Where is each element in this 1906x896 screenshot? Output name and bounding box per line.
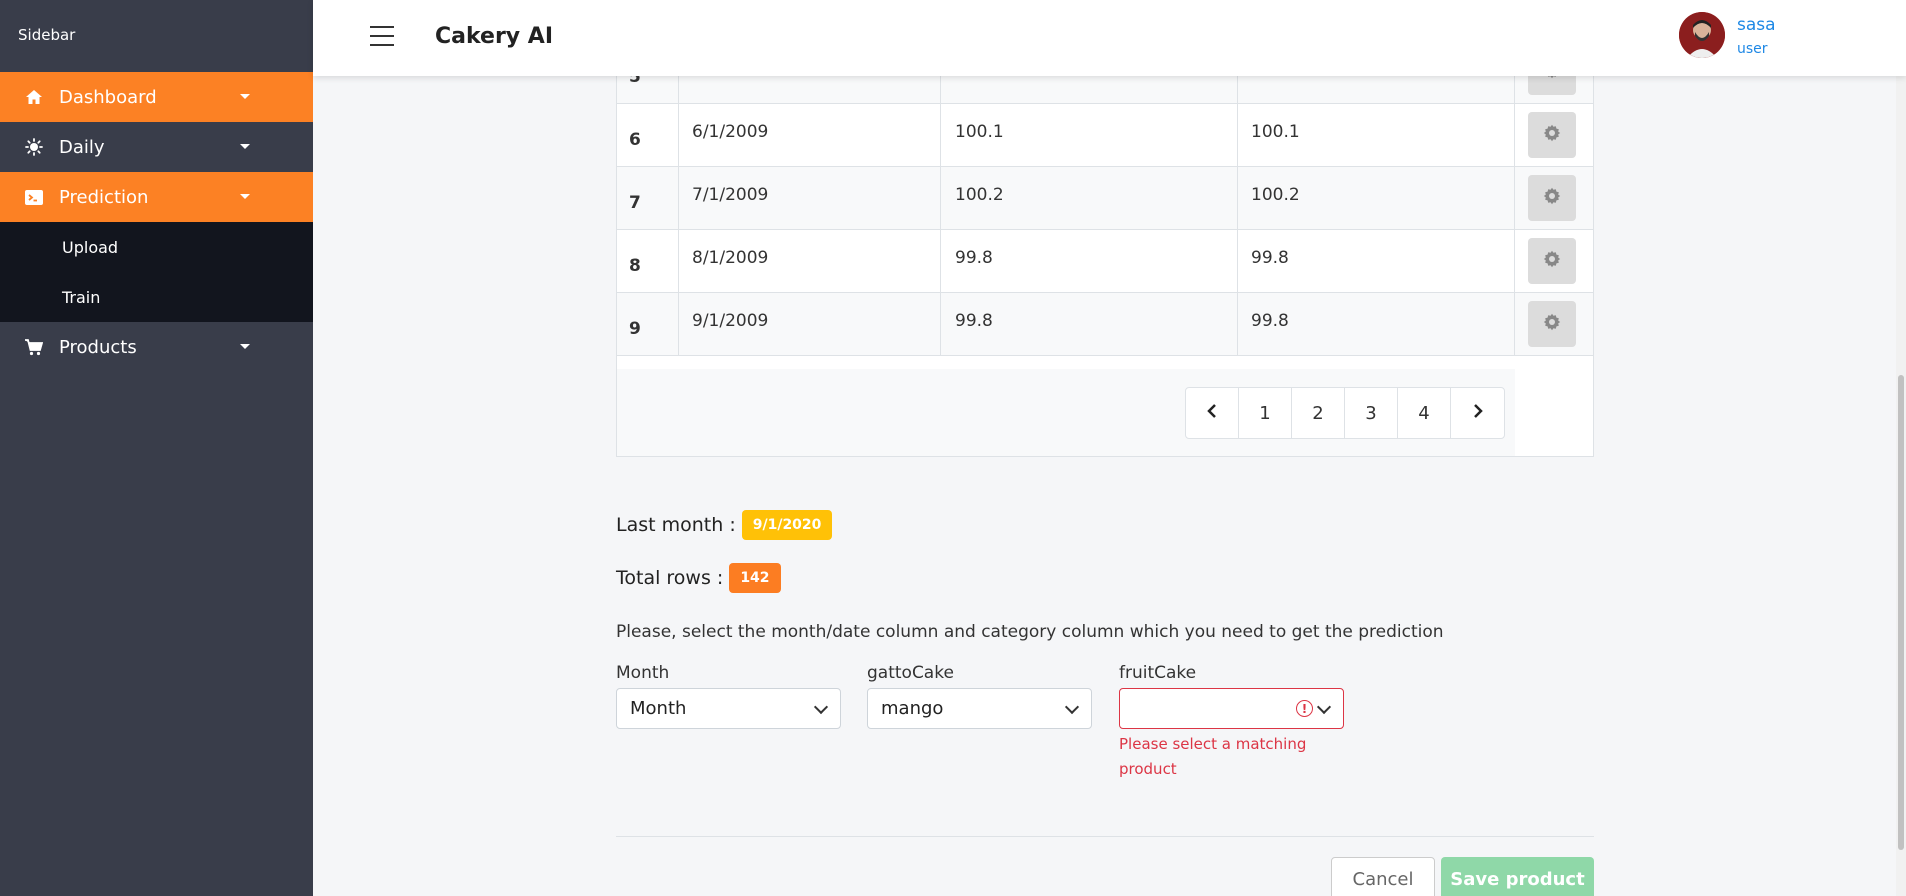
row-date: 7/1/2009 (679, 167, 941, 229)
chevron-down-icon (1316, 699, 1332, 715)
row-actions (1515, 104, 1593, 166)
data-table: 5 5/1/2009 99.7 99.7 6 6/1/2009 100.1 10… (616, 40, 1594, 457)
gear-icon (1543, 187, 1561, 210)
sidebar-item-daily[interactable]: Daily (0, 122, 313, 172)
sidebar-item-label: Products (59, 336, 137, 358)
page-scrollbar[interactable] (1896, 0, 1906, 896)
sidebar-title: Sidebar (18, 26, 76, 44)
row-actions (1515, 167, 1593, 229)
scrollbar-thumb[interactable] (1898, 375, 1904, 850)
page-button[interactable]: 1 (1239, 388, 1292, 438)
chevron-right-icon (1473, 403, 1483, 424)
fruitcake-label: fruitCake (1119, 663, 1197, 683)
terminal-icon (24, 187, 44, 207)
caret-down-icon (240, 194, 250, 199)
fruitcake-error-message: Please select a matching product (1119, 735, 1307, 778)
month-label: Month (616, 663, 670, 683)
user-name[interactable]: sasa (1737, 15, 1776, 35)
total-rows-label: Total rows : (616, 567, 724, 589)
menu-toggle-icon[interactable] (370, 26, 394, 46)
caret-down-icon (240, 144, 250, 149)
page-button[interactable]: 4 (1398, 388, 1451, 438)
fruitcake-select[interactable]: ! (1119, 688, 1344, 729)
settings-button[interactable] (1528, 175, 1576, 221)
sidebar: Sidebar Dashboard Daily Prediction Uploa… (0, 0, 313, 896)
sidebar-item-label: Prediction (59, 186, 149, 208)
user-role: user (1737, 41, 1768, 57)
row-value: 99.8 (1238, 293, 1515, 355)
total-rows-badge: 142 (729, 563, 781, 593)
settings-button[interactable] (1528, 112, 1576, 158)
row-value: 100.2 (941, 167, 1238, 229)
row-value: 99.8 (1238, 230, 1515, 292)
prev-page-button[interactable] (1186, 388, 1239, 438)
table-row: 8 8/1/2009 99.8 99.8 (617, 230, 1593, 293)
sun-icon (24, 137, 44, 157)
divider (616, 836, 1594, 837)
gear-icon (1543, 313, 1561, 336)
last-month-label: Last month : (616, 514, 736, 536)
month-select-value: Month (630, 698, 687, 719)
gattocake-select[interactable]: mango (867, 688, 1092, 729)
app-title: Cakery AI (435, 24, 554, 49)
row-index: 6 (617, 104, 679, 166)
row-index: 9 (617, 293, 679, 355)
row-value: 99.8 (941, 293, 1238, 355)
page-button[interactable]: 2 (1292, 388, 1345, 438)
sidebar-submenu-prediction: Upload Train (0, 222, 313, 322)
row-date: 9/1/2009 (679, 293, 941, 355)
row-value: 100.2 (1238, 167, 1515, 229)
gattocake-label: gattoCake (867, 663, 954, 683)
row-index: 8 (617, 230, 679, 292)
chevron-down-icon (1064, 699, 1080, 715)
error-icon: ! (1296, 700, 1313, 717)
sidebar-subitem-train[interactable]: Train (0, 272, 313, 322)
row-value: 100.1 (1238, 104, 1515, 166)
gear-icon (1543, 250, 1561, 273)
instructions-text: Please, select the month/date column and… (616, 622, 1444, 642)
table-row: 6 6/1/2009 100.1 100.1 (617, 104, 1593, 167)
cart-icon (24, 337, 44, 357)
save-product-button[interactable]: Save product (1441, 857, 1594, 896)
chevron-left-icon (1207, 403, 1217, 424)
caret-down-icon (240, 344, 250, 349)
avatar[interactable] (1679, 12, 1725, 58)
row-index: 7 (617, 167, 679, 229)
chevron-down-icon (813, 699, 829, 715)
gear-icon (1543, 124, 1561, 147)
sidebar-item-products[interactable]: Products (0, 322, 313, 372)
row-actions (1515, 293, 1593, 355)
pagination: 1 2 3 4 (1185, 387, 1505, 439)
month-select[interactable]: Month (616, 688, 841, 729)
table-row: 7 7/1/2009 100.2 100.2 (617, 167, 1593, 230)
page-button[interactable]: 3 (1345, 388, 1398, 438)
row-actions (1515, 230, 1593, 292)
sidebar-item-label: Dashboard (59, 86, 157, 108)
last-month-badge: 9/1/2020 (741, 510, 833, 540)
settings-button[interactable] (1528, 238, 1576, 284)
row-date: 8/1/2009 (679, 230, 941, 292)
caret-down-icon (240, 94, 250, 99)
sidebar-item-prediction[interactable]: Prediction (0, 172, 313, 222)
home-icon (24, 87, 44, 107)
row-value: 100.1 (941, 104, 1238, 166)
sidebar-item-label: Daily (59, 136, 105, 158)
row-value: 99.8 (941, 230, 1238, 292)
total-rows-info: Total rows : 142 (616, 563, 781, 593)
cancel-button[interactable]: Cancel (1331, 857, 1435, 896)
last-month-info: Last month : 9/1/2020 (616, 510, 833, 540)
settings-button[interactable] (1528, 301, 1576, 347)
table-row: 9 9/1/2009 99.8 99.8 (617, 293, 1593, 356)
next-page-button[interactable] (1451, 388, 1504, 438)
row-date: 6/1/2009 (679, 104, 941, 166)
sidebar-subitem-upload[interactable]: Upload (0, 222, 313, 272)
gattocake-select-value: mango (881, 698, 944, 719)
sidebar-item-dashboard[interactable]: Dashboard (0, 72, 313, 122)
top-navbar: Cakery AI sasa user (313, 0, 1906, 76)
